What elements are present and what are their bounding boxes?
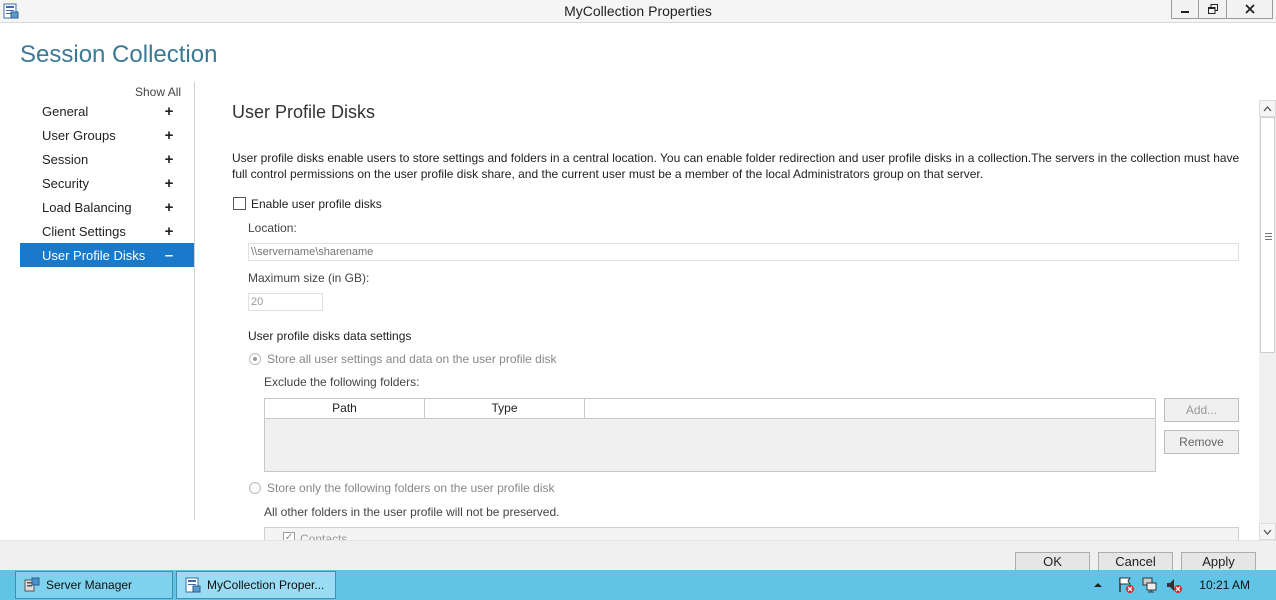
column-header-empty bbox=[585, 399, 1155, 418]
store-only-label: Store only the following folders on the … bbox=[267, 481, 555, 495]
store-all-label: Store all user settings and data on the … bbox=[267, 352, 557, 366]
server-manager-icon bbox=[24, 577, 40, 592]
section-title: User Profile Disks bbox=[232, 102, 376, 122]
nav-item-client-settings[interactable]: Client Settings + bbox=[20, 219, 194, 243]
scroll-thumb[interactable] bbox=[1260, 117, 1275, 353]
restore-button[interactable] bbox=[1199, 0, 1227, 19]
taskbar-item-label: Server Manager bbox=[46, 578, 133, 592]
clock[interactable]: 10:21 AM bbox=[1199, 578, 1250, 592]
taskbar-item-label: MyCollection Proper... bbox=[207, 578, 325, 592]
scroll-grip-icon bbox=[1265, 233, 1272, 240]
store-all-radio[interactable] bbox=[249, 353, 261, 365]
exclude-folders-label: Exclude the following folders: bbox=[264, 375, 420, 389]
scroll-down-button[interactable] bbox=[1259, 523, 1276, 540]
close-icon bbox=[1244, 4, 1255, 14]
data-settings-label: User profile disks data settings bbox=[248, 329, 412, 343]
location-input[interactable] bbox=[248, 243, 1239, 261]
taskbar: Server Manager MyCollection Proper... 10… bbox=[0, 570, 1276, 600]
properties-window-icon bbox=[185, 577, 201, 593]
chevron-up-icon[interactable] bbox=[1093, 581, 1103, 589]
session-collection-header: Session Collection bbox=[20, 41, 218, 68]
nav-item-label: Session bbox=[42, 151, 89, 167]
volume-muted-icon[interactable] bbox=[1165, 576, 1183, 594]
taskbar-server-manager[interactable]: Server Manager bbox=[15, 571, 173, 599]
scroll-up-button[interactable] bbox=[1259, 100, 1276, 117]
ok-button[interactable]: OK bbox=[1015, 552, 1090, 572]
restore-icon bbox=[1207, 4, 1218, 14]
taskbar-mycollection-properties[interactable]: MyCollection Proper... bbox=[176, 571, 336, 599]
nav-item-label: Client Settings bbox=[42, 223, 126, 239]
nav-item-label: Security bbox=[42, 175, 89, 191]
minimize-button[interactable] bbox=[1171, 0, 1199, 19]
show-all-link[interactable]: Show All bbox=[135, 85, 181, 99]
expand-icon: + bbox=[164, 174, 174, 192]
column-header-type[interactable]: Type bbox=[425, 399, 585, 418]
expand-icon: + bbox=[164, 150, 174, 168]
nav-divider bbox=[194, 82, 195, 520]
collapse-icon: – bbox=[164, 246, 174, 264]
nav-item-load-balancing[interactable]: Load Balancing + bbox=[20, 195, 194, 219]
max-size-label: Maximum size (in GB): bbox=[248, 271, 370, 285]
chevron-up-icon bbox=[1263, 105, 1272, 111]
window-title: MyCollection Properties bbox=[564, 3, 712, 19]
store-only-radio[interactable] bbox=[249, 482, 261, 494]
table-header: Path Type bbox=[265, 399, 1155, 419]
excluded-folders-table[interactable]: Path Type bbox=[264, 398, 1156, 472]
nav-item-label: Load Balancing bbox=[42, 199, 132, 215]
network-icon[interactable] bbox=[1141, 576, 1159, 594]
max-size-input[interactable]: 20 bbox=[248, 293, 323, 311]
minimize-icon bbox=[1181, 11, 1189, 13]
nav-item-label: User Profile Disks bbox=[42, 247, 146, 263]
expand-icon: + bbox=[164, 126, 174, 144]
nav-item-user-groups[interactable]: User Groups + bbox=[20, 123, 194, 147]
action-center-flag-icon[interactable] bbox=[1117, 576, 1135, 594]
included-folders-list: ✓ Contacts bbox=[264, 527, 1239, 541]
remove-folder-button[interactable]: Remove bbox=[1164, 430, 1239, 454]
vertical-scrollbar[interactable] bbox=[1259, 100, 1276, 540]
window-controls bbox=[1171, 0, 1273, 20]
settings-nav: General + User Groups + Session + Security +… bbox=[20, 99, 194, 267]
apply-button[interactable]: Apply bbox=[1181, 552, 1256, 572]
enable-user-profile-disks-label: Enable user profile disks bbox=[251, 197, 382, 211]
title-bar: MyCollection Properties bbox=[0, 0, 1276, 23]
nav-item-general[interactable]: General + bbox=[20, 99, 194, 123]
description-text: User profile disks enable users to store… bbox=[232, 151, 1240, 181]
expand-icon: + bbox=[164, 198, 174, 216]
nav-item-label: User Groups bbox=[42, 127, 116, 143]
nav-item-session[interactable]: Session + bbox=[20, 147, 194, 171]
system-tray: 10:21 AM bbox=[1093, 570, 1276, 600]
expand-icon: + bbox=[164, 102, 174, 120]
enable-user-profile-disks-checkbox[interactable] bbox=[233, 197, 246, 210]
nav-item-user-profile-disks[interactable]: User Profile Disks – bbox=[20, 243, 194, 267]
add-folder-button[interactable]: Add... bbox=[1164, 398, 1239, 422]
nav-item-security[interactable]: Security + bbox=[20, 171, 194, 195]
dialog-footer: OK Cancel Apply bbox=[0, 540, 1276, 572]
cancel-button[interactable]: Cancel bbox=[1098, 552, 1173, 572]
chevron-down-icon bbox=[1263, 529, 1272, 535]
close-button[interactable] bbox=[1227, 0, 1273, 19]
nav-item-label: General bbox=[42, 103, 89, 119]
not-preserved-label: All other folders in the user profile wi… bbox=[264, 505, 560, 519]
column-header-path[interactable]: Path bbox=[265, 399, 425, 418]
location-label: Location: bbox=[248, 221, 297, 235]
expand-icon: + bbox=[164, 222, 174, 240]
